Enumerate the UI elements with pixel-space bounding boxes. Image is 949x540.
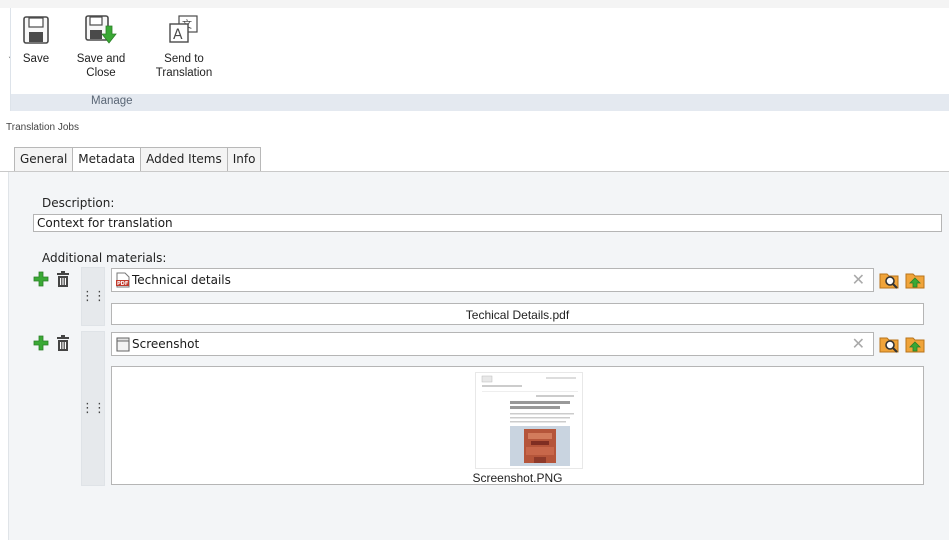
tab-info[interactable]: Info — [226, 147, 262, 171]
metadata-panel: Description: Context for translation Add… — [8, 172, 949, 540]
ribbon-group-manage: Save Save and Close 文 A Send to Translat… — [10, 8, 949, 111]
save-label: Save — [22, 53, 50, 65]
clear-icon[interactable]: ✕ — [852, 271, 865, 289]
screenshot-thumbnail — [475, 372, 583, 469]
material-2-file[interactable]: Screenshot.PNG — [111, 366, 924, 485]
svg-text:A: A — [173, 27, 183, 43]
send-to-translation-label-line1: Send to — [164, 53, 204, 65]
material-2-title-field[interactable]: Screenshot ✕ — [111, 332, 874, 356]
pdf-icon: PDF — [116, 272, 130, 288]
breadcrumb[interactable]: Translation Jobs — [6, 122, 79, 133]
ribbon-group-label-text: Manage — [91, 95, 133, 107]
description-field[interactable]: Context for translation — [33, 214, 942, 232]
save-and-close-label-line2: Close — [86, 67, 116, 79]
save-and-close-label-line1: Save and — [76, 53, 126, 65]
browse-icon[interactable] — [879, 334, 899, 354]
additional-materials-label: Additional materials: — [42, 251, 167, 265]
material-2-title: Screenshot — [132, 337, 200, 351]
ribbon-group-label: Manage — [11, 94, 949, 111]
browse-icon[interactable] — [879, 270, 899, 290]
thumbnail-image — [476, 373, 582, 468]
image-file-icon — [116, 337, 130, 352]
drag-handle[interactable]: ⋮⋮ — [81, 331, 106, 486]
svg-text:PDF: PDF — [117, 281, 128, 287]
trash-icon[interactable] — [54, 270, 72, 288]
save-and-close-icon — [85, 15, 117, 44]
material-2-tools — [30, 331, 77, 355]
send-to-translation-label-line2: Translation — [155, 67, 213, 79]
trash-icon[interactable] — [54, 334, 72, 352]
material-1-title-field[interactable]: PDF Technical details ✕ — [111, 268, 874, 292]
send-to-translation-icon: 文 A — [169, 15, 198, 43]
material-1-tools — [30, 267, 77, 291]
material-1-file[interactable]: Techical Details.pdf — [111, 303, 924, 325]
tab-metadata[interactable]: Metadata — [72, 147, 142, 171]
material-1-filename: Techical Details.pdf — [465, 308, 570, 322]
upload-icon[interactable] — [905, 270, 925, 290]
save-button[interactable]: Save — [21, 14, 51, 66]
clear-icon[interactable]: ✕ — [852, 335, 865, 353]
tab-added-items[interactable]: Added Items — [140, 147, 228, 171]
tab-general[interactable]: General — [14, 147, 74, 171]
save-and-close-button[interactable]: Save and Close — [73, 14, 129, 80]
add-icon[interactable] — [32, 270, 50, 288]
material-1-title: Technical details — [132, 273, 231, 287]
ribbon: ` Save Save and Close 文 — [0, 0, 949, 111]
send-to-translation-button[interactable]: 文 A Send to Translation — [148, 14, 220, 80]
ribbon-top-strip — [0, 0, 949, 8]
save-icon — [23, 16, 49, 44]
material-2-filename: Screenshot.PNG — [472, 471, 563, 485]
tab-bar: General Metadata Added Items Info — [14, 147, 262, 171]
drag-handle[interactable]: ⋮⋮ — [81, 267, 106, 326]
add-icon[interactable] — [32, 334, 50, 352]
description-label: Description: — [42, 196, 115, 210]
upload-icon[interactable] — [905, 334, 925, 354]
